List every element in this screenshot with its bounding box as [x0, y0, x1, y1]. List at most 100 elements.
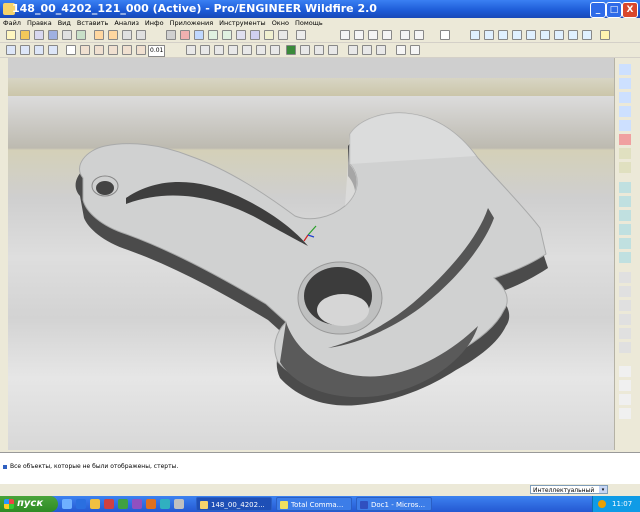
scale-field[interactable]: 0.01: [148, 45, 166, 57]
mass-properties-icon[interactable]: [214, 45, 224, 55]
find-icon[interactable]: [382, 30, 392, 40]
quicklaunch-app5-icon[interactable]: [160, 499, 170, 509]
coordinate-systems-icon[interactable]: [582, 30, 592, 40]
blend-tool-icon[interactable]: [619, 224, 631, 235]
spin-icon[interactable]: [66, 45, 76, 55]
quicklaunch-app6-icon[interactable]: [174, 499, 184, 509]
render-icon[interactable]: [314, 45, 324, 55]
spin-center-icon[interactable]: [180, 30, 190, 40]
undo-operation-icon[interactable]: [340, 30, 350, 40]
perspective-icon[interactable]: [300, 45, 310, 55]
trim-tool-icon[interactable]: [619, 394, 631, 405]
print-icon[interactable]: [48, 30, 58, 40]
merge-tool-icon[interactable]: [619, 380, 631, 391]
draft-tool-icon[interactable]: [619, 314, 631, 325]
filter-icon[interactable]: [414, 30, 424, 40]
clearance-icon[interactable]: [228, 45, 238, 55]
saved-views-icon[interactable]: [250, 30, 260, 40]
email-icon[interactable]: [62, 30, 72, 40]
view-manager-icon[interactable]: [278, 30, 288, 40]
menu-edit[interactable]: Правка: [24, 18, 55, 28]
task-proengineer[interactable]: 148_00_4202...: [196, 497, 272, 511]
clock[interactable]: 11:07: [612, 496, 632, 512]
chamfer-tool-icon[interactable]: [619, 342, 631, 353]
menu-tools[interactable]: Инструменты: [216, 18, 269, 28]
maximize-button[interactable]: □: [606, 2, 622, 18]
undo-icon[interactable]: [94, 30, 104, 40]
section-icon[interactable]: [256, 45, 266, 55]
shaded-icon[interactable]: [48, 45, 58, 55]
zoom-window-icon[interactable]: [470, 30, 480, 40]
sketch-tool-icon[interactable]: [619, 162, 631, 173]
regenerate-icon[interactable]: [368, 30, 378, 40]
quicklaunch-app2-icon[interactable]: [118, 499, 128, 509]
hole-tool-icon[interactable]: [619, 272, 631, 283]
relations-icon[interactable]: [362, 45, 372, 55]
datum-axes-icon[interactable]: [554, 30, 564, 40]
redo-operation-icon[interactable]: [354, 30, 364, 40]
axis-display-icon[interactable]: [122, 45, 132, 55]
pattern-tool-icon[interactable]: [619, 408, 631, 419]
datum-points-icon[interactable]: [568, 30, 578, 40]
shell-tool-icon[interactable]: [619, 286, 631, 297]
round-tool-icon[interactable]: [619, 328, 631, 339]
quicklaunch-app1-icon[interactable]: [104, 499, 114, 509]
quicklaunch-ie-icon[interactable]: [76, 499, 86, 509]
dimension-icon[interactable]: [410, 45, 420, 55]
minimize-button[interactable]: _: [590, 2, 606, 18]
orient-icon[interactable]: [194, 30, 204, 40]
family-table-icon[interactable]: [348, 45, 358, 55]
help-icon[interactable]: [600, 30, 610, 40]
task-word-doc[interactable]: Doc1 - Micros...: [356, 497, 432, 511]
mirror-tool-icon[interactable]: [619, 366, 631, 377]
menu-info[interactable]: Инфо: [142, 18, 167, 28]
sketch-icon[interactable]: [94, 45, 104, 55]
zoom-in-icon[interactable]: [208, 30, 218, 40]
cut-icon[interactable]: [122, 30, 132, 40]
rib-tool-icon[interactable]: [619, 300, 631, 311]
datum-axis-tool-icon[interactable]: [619, 78, 631, 89]
hidden-line-icon[interactable]: [20, 45, 30, 55]
analysis-icon[interactable]: [200, 45, 210, 55]
parameters-icon[interactable]: [376, 45, 386, 55]
datum-display-icon[interactable]: [108, 45, 118, 55]
menu-applications[interactable]: Приложения: [167, 18, 217, 28]
draft-check-icon[interactable]: [270, 45, 280, 55]
zoom-out-icon[interactable]: [222, 30, 232, 40]
menu-file[interactable]: Файл: [0, 18, 24, 28]
lights-icon[interactable]: [328, 45, 338, 55]
variable-sweep-tool-icon[interactable]: [619, 210, 631, 221]
menu-analysis[interactable]: Анализ: [111, 18, 142, 28]
refit-icon[interactable]: [236, 30, 246, 40]
tray-notification-icon[interactable]: [598, 500, 606, 508]
quicklaunch-app4-icon[interactable]: [146, 499, 156, 509]
wireframe-icon[interactable]: [6, 45, 16, 55]
point-display-icon[interactable]: [136, 45, 146, 55]
paste-icon[interactable]: [136, 30, 146, 40]
no-hidden-icon[interactable]: [34, 45, 44, 55]
start-button[interactable]: пуск: [0, 496, 58, 512]
menu-help[interactable]: Помощь: [292, 18, 326, 28]
quicklaunch-app3-icon[interactable]: [132, 499, 142, 509]
revolve-tool-icon[interactable]: [619, 196, 631, 207]
quicklaunch-explorer-icon[interactable]: [90, 499, 100, 509]
datum-planes-icon[interactable]: [540, 30, 550, 40]
part-model[interactable]: [8, 58, 614, 450]
curve-tool-icon[interactable]: [619, 106, 631, 117]
extrude-tool-icon[interactable]: [619, 182, 631, 193]
open-folder-icon[interactable]: [20, 30, 30, 40]
new-file-icon[interactable]: [6, 30, 16, 40]
measure-icon[interactable]: [186, 45, 196, 55]
layers-icon[interactable]: [264, 30, 274, 40]
graphics-window[interactable]: [8, 58, 614, 450]
quicklaunch-desktop-icon[interactable]: [62, 499, 72, 509]
coordinate-system-tool-icon[interactable]: [619, 134, 631, 145]
reorient-icon[interactable]: [512, 30, 522, 40]
save-icon[interactable]: [34, 30, 44, 40]
pan-icon[interactable]: [526, 30, 536, 40]
redo-icon[interactable]: [108, 30, 118, 40]
task-total-commander[interactable]: Total Comma...: [276, 497, 352, 511]
select-icon[interactable]: [400, 30, 410, 40]
selection-box-icon[interactable]: [440, 30, 450, 40]
zoom-minus-icon[interactable]: [484, 30, 494, 40]
